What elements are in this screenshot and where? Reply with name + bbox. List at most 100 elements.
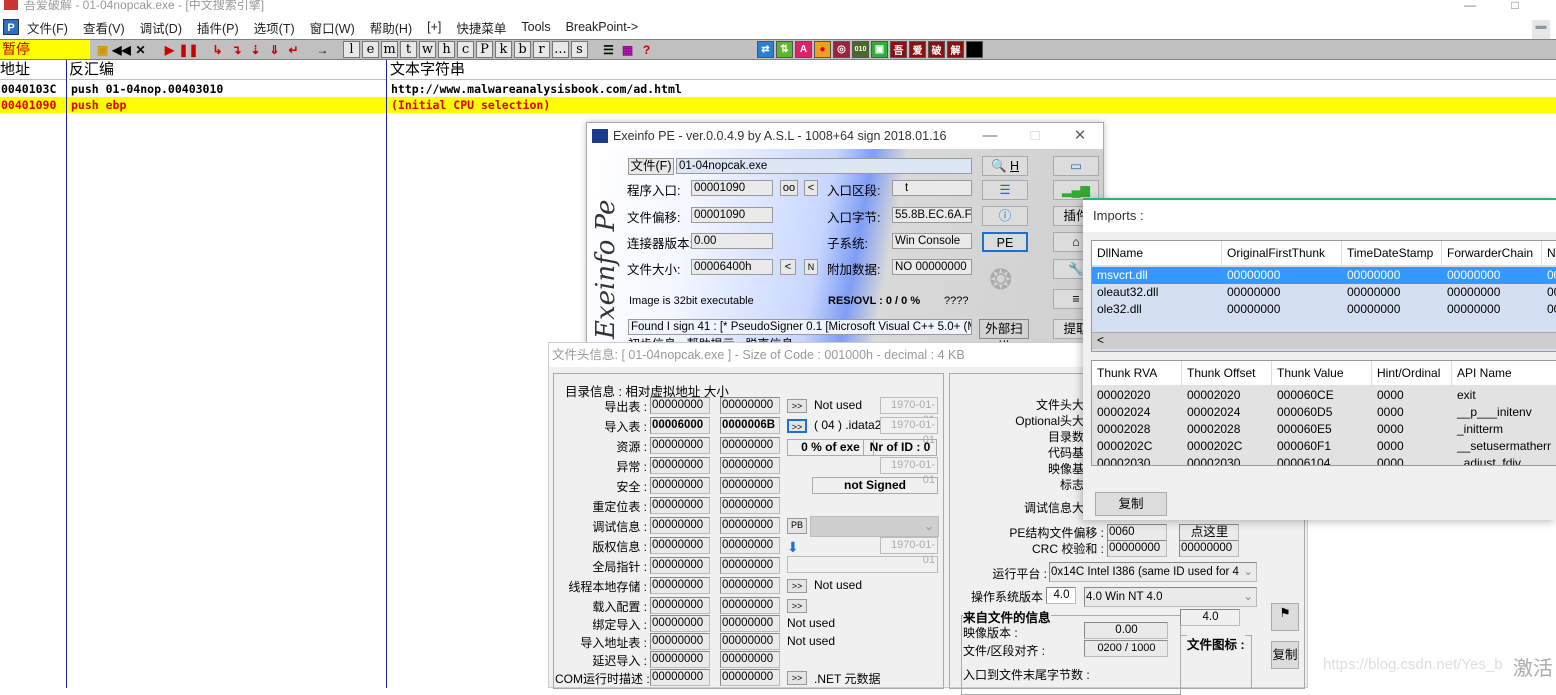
platform-select[interactable]: 0x14C Intel I386 (same ID used for 4 ⌄ — [1049, 562, 1257, 582]
file-offset-field[interactable]: 00001090 — [691, 207, 773, 223]
listing-row-selected[interactable]: 00401090 push ebp (Initial CPU selection… — [0, 97, 1556, 113]
trace-into-icon[interactable]: ⇣ — [247, 41, 264, 58]
dll-column-header[interactable]: TimeDateStamp — [1342, 241, 1442, 265]
menu-shortcuts[interactable]: 快捷菜单 — [456, 18, 506, 37]
lt-button[interactable]: < — [804, 180, 818, 196]
thunk-row[interactable]: 00002024 00002024 000060D5 0000 __p___initen… — [1092, 404, 1556, 421]
toolbar-callstack-button[interactable]: k — [495, 41, 512, 58]
thunk-row[interactable]: 00002028 00002028 000060E5 0000 _initterm — [1092, 421, 1556, 438]
close-icon[interactable]: ✕ — [132, 41, 149, 58]
dir-detail-button[interactable]: >> — [787, 599, 807, 613]
section-view-button[interactable]: ☰ — [982, 180, 1028, 200]
goto-icon[interactable]: → — [314, 41, 331, 58]
dir-size-field[interactable]: 00000000 — [720, 477, 780, 494]
toolbar-runtrace-button[interactable]: ... — [552, 41, 569, 58]
alignment-field[interactable]: 0200 / 1000 — [1084, 640, 1168, 657]
dir-rva-field[interactable]: 00000000 — [650, 397, 710, 414]
toolbar-references-button[interactable]: r — [533, 41, 550, 58]
horizontal-scrollbar[interactable]: < — [1092, 332, 1556, 349]
plugin-po-button[interactable]: 破 — [928, 41, 945, 58]
dir-rva-field[interactable]: 00000000 — [650, 633, 710, 650]
info-button[interactable]: ⓘ — [982, 206, 1028, 226]
toolbar-handles-button[interactable]: h — [438, 41, 455, 58]
toolbar-patches-button[interactable]: P — [476, 41, 493, 58]
column-divider[interactable] — [66, 60, 67, 688]
menu-file[interactable]: 文件(F) — [27, 18, 68, 37]
dll-column-header[interactable]: ForwarderChain — [1442, 241, 1542, 265]
file-open-button[interactable]: 文件(F) — [628, 158, 674, 175]
dir-rva-field[interactable]: 00000000 — [650, 597, 710, 614]
n-button[interactable]: N — [804, 259, 818, 275]
dir-rva-field[interactable]: 00000000 — [650, 651, 710, 668]
dll-row[interactable]: ole32.dll00000000000000000000000000 — [1092, 301, 1556, 318]
dir-size-field[interactable]: 00000000 — [720, 397, 780, 414]
minimize-button[interactable]: — — [1455, 0, 1485, 11]
dir-size-field[interactable]: 00000000 — [720, 517, 780, 534]
plugin-wu-button[interactable]: 吾 — [890, 41, 907, 58]
dir-detail-button[interactable]: >> — [787, 579, 807, 593]
open-icon[interactable]: ▣ — [94, 41, 111, 58]
thunk-column-header[interactable]: Thunk RVA — [1092, 361, 1182, 385]
dir-detail-button[interactable]: >> — [787, 419, 807, 433]
dir-rva-field[interactable]: 00000000 — [650, 497, 710, 514]
col-header-text[interactable]: 文本字符串 — [390, 60, 1556, 80]
thunk-column-header[interactable]: Hint/Ordinal — [1372, 361, 1452, 385]
target-icon[interactable]: ◎ — [833, 41, 850, 58]
pause-icon[interactable]: ❚❚ — [178, 41, 199, 58]
execute-till-return-icon[interactable]: ↵ — [285, 41, 302, 58]
file-size-field[interactable]: 00006400h — [691, 259, 773, 275]
thunk-column-header[interactable]: API Name — [1452, 361, 1556, 385]
crc-field-2[interactable]: 00000000 — [1179, 540, 1239, 557]
column-divider[interactable] — [386, 60, 387, 688]
pb-button[interactable]: PB — [787, 518, 807, 534]
pe-button[interactable]: PE — [982, 232, 1028, 252]
scroll-left-icon[interactable]: < — [1097, 333, 1104, 347]
mdi-minimize-button[interactable]: ▬ — [1532, 20, 1550, 40]
thunk-row[interactable]: 00002020 00002020 000060CE 0000 exit — [1092, 387, 1556, 404]
exeinfo-close-button[interactable]: ✕ — [1065, 123, 1095, 149]
list-icon[interactable]: ☰ — [600, 41, 617, 58]
exeinfo-minimize-button[interactable]: — — [975, 123, 1005, 149]
header-copy-button[interactable]: 复制 — [1271, 641, 1299, 669]
menu-plus[interactable]: [+] — [427, 20, 441, 34]
dir-size-field[interactable]: 00000000 — [720, 437, 780, 454]
dir-rva-field[interactable]: 00000000 — [650, 557, 710, 574]
crc-field-1[interactable]: 00000000 — [1107, 540, 1167, 557]
col-header-disasm[interactable]: 反汇编 — [69, 60, 386, 80]
os-select[interactable]: 4.0 Win NT 4.0 ⌄ — [1084, 587, 1257, 607]
plugin-ai-button[interactable]: 爱 — [909, 41, 926, 58]
oo-button[interactable]: oo — [780, 180, 798, 196]
dir-size-field[interactable]: 00000000 — [720, 577, 780, 594]
menu-plugins[interactable]: 插件(P) — [197, 18, 239, 37]
toolbar-modules-button[interactable]: e — [362, 41, 379, 58]
toolbar-log-button[interactable]: l — [343, 41, 360, 58]
external-scan-button[interactable]: 外部扫描 — [979, 319, 1029, 354]
ascii-icon[interactable]: A — [795, 41, 812, 58]
col-header-address[interactable]: 地址 — [0, 60, 66, 80]
dir-rva-field[interactable]: 00000000 — [650, 537, 710, 554]
record-icon[interactable]: ● — [814, 41, 831, 58]
open-folder-button[interactable]: ▭ — [1053, 156, 1099, 176]
listing-row[interactable]: 0040103C push 01-04nop.00403010 http://w… — [0, 81, 1556, 97]
toolbar-breakpoints-button[interactable]: b — [514, 41, 531, 58]
dll-column-header[interactable]: OriginalFirstThunk — [1222, 241, 1342, 265]
menu-breakpoint[interactable]: BreakPoint-> — [566, 20, 639, 34]
toolbar-cpu-button[interactable]: c — [457, 41, 474, 58]
run-icon[interactable]: ▶ — [161, 41, 178, 58]
linker-field[interactable]: 0.00 — [691, 233, 773, 249]
dir-size-field[interactable]: 00000000 — [720, 651, 780, 668]
black-button[interactable] — [966, 41, 983, 58]
dir-size-field[interactable]: 00000000 — [720, 633, 780, 650]
arrow-down-icon[interactable]: ⬇ — [787, 539, 799, 556]
dir-rva-field[interactable]: 00000000 — [650, 615, 710, 632]
toolbar-source-button[interactable]: s — [571, 41, 588, 58]
entry-point-field[interactable]: 00001090 — [691, 180, 773, 196]
dir-rva-field[interactable]: 00000000 — [650, 437, 710, 454]
menu-tools[interactable]: Tools — [521, 20, 550, 34]
window-icon[interactable]: ▣ — [871, 41, 888, 58]
toolbar-memory-button[interactable]: m — [381, 41, 398, 58]
search-h-button[interactable]: 🔍 H — [982, 156, 1028, 176]
ep-bytes-field[interactable]: 55.8B.EC.6A.FF — [892, 207, 972, 223]
pe-offset-field[interactable]: 0060 — [1107, 524, 1167, 541]
dir-size-field[interactable]: 00000000 — [720, 615, 780, 632]
